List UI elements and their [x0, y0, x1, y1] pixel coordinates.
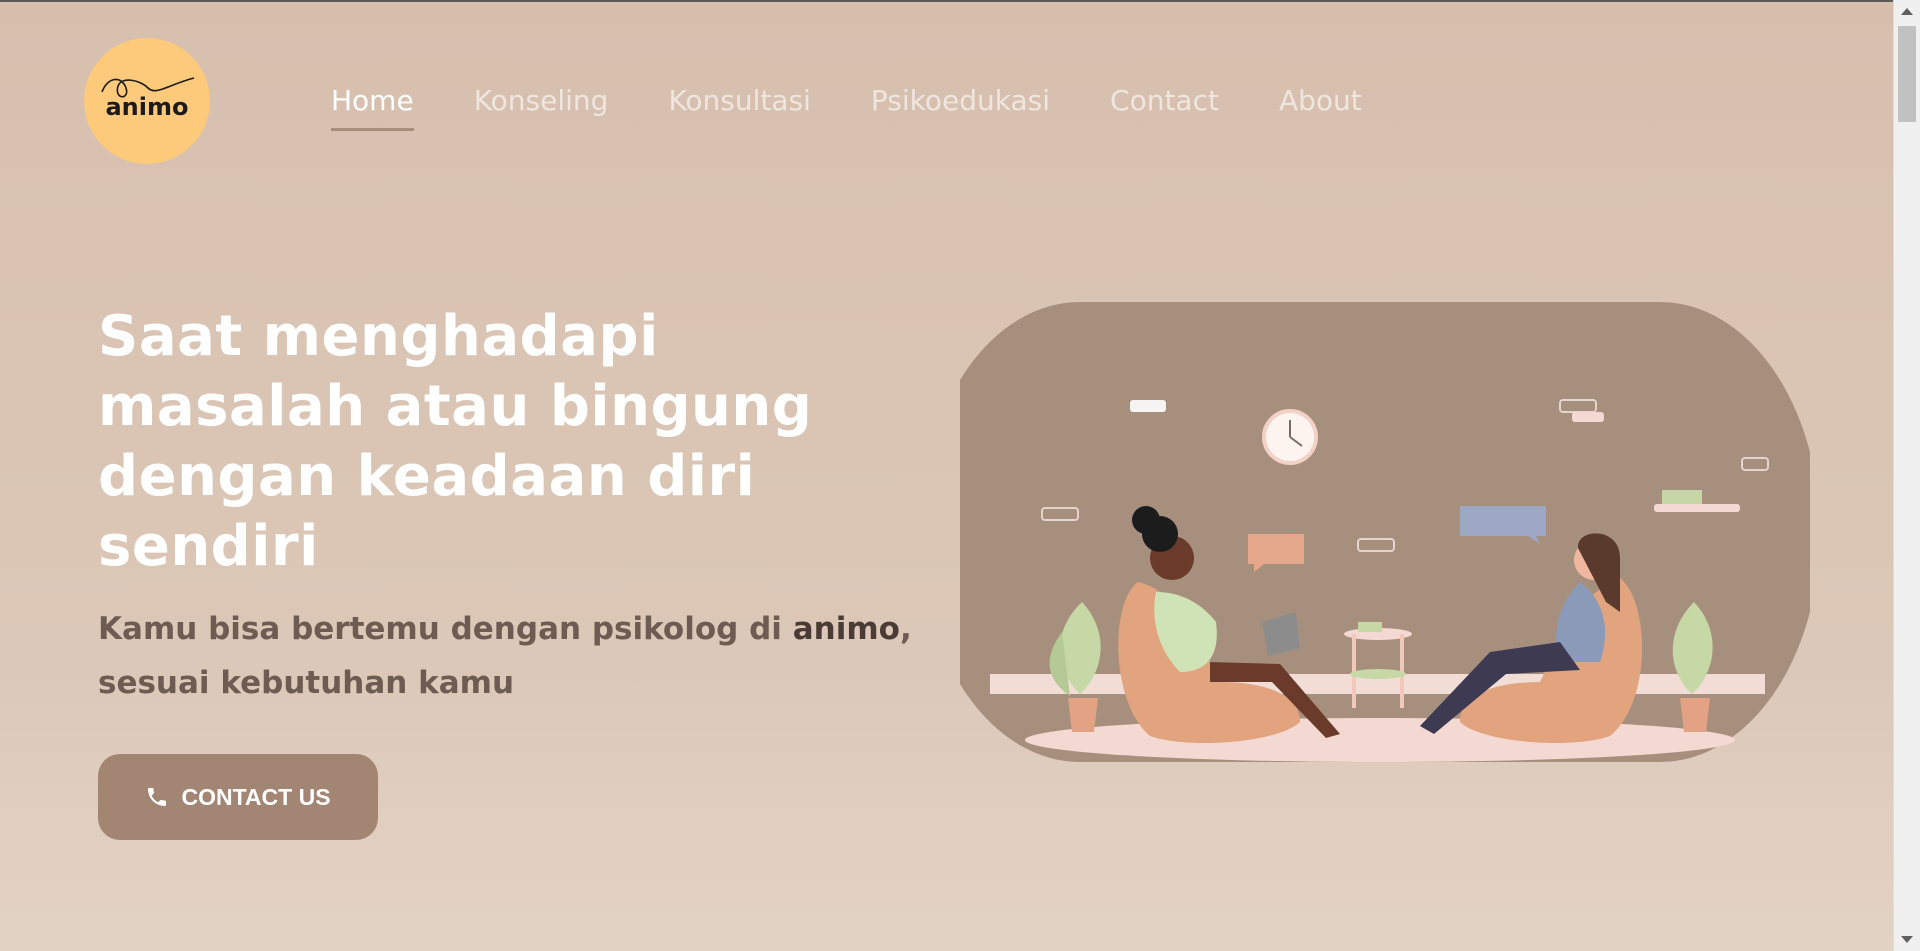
- nav-psikoedukasi[interactable]: Psikoedukasi: [871, 84, 1050, 131]
- contact-us-label: CONTACT US: [181, 783, 331, 810]
- page: animo Home Konseling Konsultasi Psikoedu…: [0, 0, 1894, 951]
- nav-konseling[interactable]: Konseling: [474, 84, 609, 131]
- scroll-down-arrow-icon[interactable]: [1901, 936, 1913, 943]
- nav-contact[interactable]: Contact: [1110, 84, 1219, 131]
- nav-about[interactable]: About: [1279, 84, 1362, 131]
- nav-konsultasi[interactable]: Konsultasi: [668, 84, 810, 131]
- logo-swirl-icon: [101, 77, 195, 98]
- nav-home[interactable]: Home: [331, 84, 414, 131]
- scrollbar-thumb[interactable]: [1898, 26, 1916, 122]
- hero-headline: Saat menghadapi masalah atau bingung den…: [98, 304, 813, 579]
- phone-icon: [148, 788, 167, 806]
- hero-subtitle: Kamu bisa bertemu dengan psikolog di ani…: [98, 602, 918, 710]
- counseling-illustration: [960, 302, 1810, 762]
- contact-us-button[interactable]: CONTACT US: [98, 754, 378, 840]
- vertical-scrollbar[interactable]: [1893, 0, 1920, 951]
- subtitle-text-start: Kamu bisa bertemu dengan psikolog di: [98, 611, 793, 647]
- scroll-up-arrow-icon[interactable]: [1901, 8, 1913, 15]
- logo[interactable]: animo: [84, 38, 210, 164]
- subtitle-brand: animo: [792, 611, 900, 647]
- main-nav: Home Konseling Konsultasi Psikoedukasi C…: [331, 84, 1362, 131]
- illustration-rug: [1025, 718, 1735, 762]
